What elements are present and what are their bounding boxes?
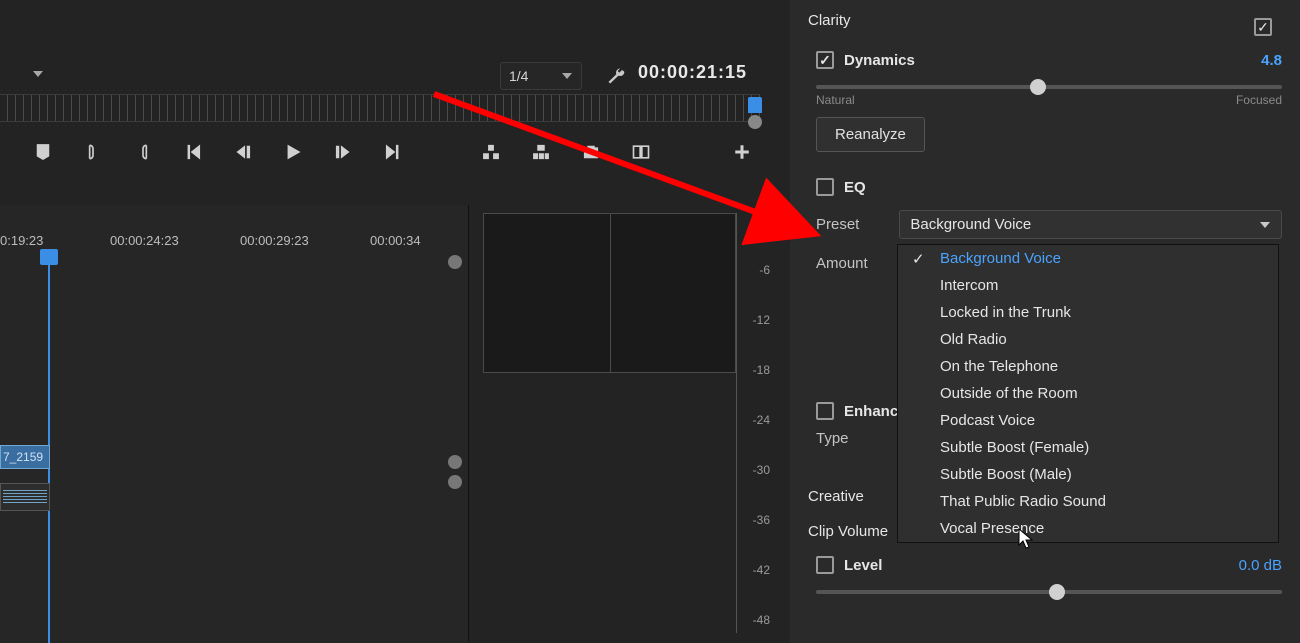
meter-tick-label: -36 xyxy=(753,513,770,527)
transport-toolbar xyxy=(0,132,760,172)
dynamics-checkbox[interactable] xyxy=(816,51,834,69)
program-timecode: 00:00:21:15 xyxy=(638,62,747,83)
eq-row: EQ xyxy=(816,178,1282,196)
amount-label: Amount xyxy=(816,255,868,272)
extract-icon[interactable] xyxy=(528,139,554,165)
timeline-time-ruler[interactable]: 0:19:23 00:00:24:23 00:00:29:23 00:00:34 xyxy=(0,225,448,255)
enhance-checkbox[interactable] xyxy=(816,402,834,420)
comparison-view-icon[interactable] xyxy=(628,139,654,165)
level-value[interactable]: 0.0 dB xyxy=(1239,557,1282,574)
eq-label: EQ xyxy=(844,179,866,196)
dynamics-row: Dynamics 4.8 xyxy=(816,51,1282,69)
meter-tick-label: -42 xyxy=(753,563,770,577)
scroll-knob[interactable] xyxy=(448,255,462,269)
preset-option[interactable]: Podcast Voice xyxy=(898,407,1278,434)
reanalyze-label: Reanalyze xyxy=(835,126,906,143)
timeline-tick: 00:00:24:23 xyxy=(110,233,179,248)
level-slider-thumb[interactable] xyxy=(1049,584,1065,600)
export-frame-icon[interactable] xyxy=(578,139,604,165)
level-label: Level xyxy=(844,557,882,574)
go-to-in-icon[interactable] xyxy=(180,139,206,165)
slider-max-label: Focused xyxy=(1236,93,1282,107)
type-label: Type xyxy=(816,430,849,447)
timeline-tick: 00:00:29:23 xyxy=(240,233,309,248)
timeline-video-clip[interactable]: 7_2159 xyxy=(0,445,50,469)
preview-ruler[interactable] xyxy=(0,94,760,122)
preset-option[interactable]: Outside of the Room xyxy=(898,380,1278,407)
meter-tick-label: -30 xyxy=(753,463,770,477)
timeline-vertical-scrollbar[interactable] xyxy=(448,255,462,637)
editor-left-pane: 1/4 00:00:21:15 xyxy=(0,0,790,643)
preset-option[interactable]: That Public Radio Sound xyxy=(898,488,1278,515)
zoom-dropdown-left[interactable] xyxy=(0,62,50,86)
meter-tick-label: -48 xyxy=(753,613,770,627)
creative-title: Creative xyxy=(808,488,864,505)
preset-dropdown-list[interactable]: Background Voice Intercom Locked in the … xyxy=(897,244,1279,543)
preview-viewport xyxy=(483,213,736,373)
preview-top-strip: 1/4 00:00:21:15 xyxy=(0,62,790,90)
mark-out-icon[interactable] xyxy=(130,139,156,165)
step-forward-icon[interactable] xyxy=(330,139,356,165)
ruler-playhead-knob[interactable] xyxy=(748,115,762,129)
ruler-playhead-marker[interactable] xyxy=(748,97,762,113)
meter-tick-label: -12 xyxy=(753,313,770,327)
go-to-out-icon[interactable] xyxy=(380,139,406,165)
preset-option[interactable]: Background Voice xyxy=(898,245,1278,272)
audio-level-meter: -6 -12 -18 -24 -30 -36 -42 -48 xyxy=(736,213,776,633)
preset-option[interactable]: Subtle Boost (Male) xyxy=(898,461,1278,488)
mark-in-icon[interactable] xyxy=(80,139,106,165)
lift-icon[interactable] xyxy=(478,139,504,165)
level-slider[interactable] xyxy=(816,590,1282,594)
dynamics-slider-labels: Natural Focused xyxy=(816,93,1282,107)
dynamics-label: Dynamics xyxy=(844,52,915,69)
dynamics-slider[interactable] xyxy=(816,85,1282,89)
preset-option[interactable]: Locked in the Trunk xyxy=(898,299,1278,326)
playback-resolution-select[interactable]: 1/4 xyxy=(500,62,582,90)
preset-row: Preset Background Voice xyxy=(816,210,1282,239)
preset-option[interactable]: Old Radio xyxy=(898,326,1278,353)
level-checkbox[interactable] xyxy=(816,556,834,574)
preset-dropdown[interactable]: Background Voice xyxy=(899,210,1282,239)
reanalyze-button[interactable]: Reanalyze xyxy=(816,117,925,152)
timeline-audio-clip[interactable] xyxy=(0,483,50,511)
timeline-area[interactable]: 0:19:23 00:00:24:23 00:00:29:23 00:00:34… xyxy=(0,205,468,643)
scroll-knob[interactable] xyxy=(448,455,462,469)
scroll-knob[interactable] xyxy=(448,475,462,489)
timeline-tick: 0:19:23 xyxy=(0,233,43,248)
clarity-title: Clarity xyxy=(808,12,851,29)
meter-tick-label: -18 xyxy=(753,363,770,377)
playback-resolution-value: 1/4 xyxy=(509,68,528,84)
preset-selected-value: Background Voice xyxy=(910,216,1031,233)
slider-min-label: Natural xyxy=(816,93,855,107)
audio-meter-panel: -6 -12 -18 -24 -30 -36 -42 -48 xyxy=(468,205,790,641)
meter-tick-label: -6 xyxy=(759,263,770,277)
step-back-icon[interactable] xyxy=(230,139,256,165)
button-editor-plus-icon[interactable] xyxy=(730,140,754,164)
clarity-section-header: Clarity xyxy=(808,12,1282,41)
preset-option[interactable]: Vocal Presence xyxy=(898,515,1278,542)
eq-checkbox[interactable] xyxy=(816,178,834,196)
level-row: Level 0.0 dB xyxy=(816,556,1282,574)
preset-option[interactable]: Intercom xyxy=(898,272,1278,299)
preset-option[interactable]: Subtle Boost (Female) xyxy=(898,434,1278,461)
mouse-cursor-icon xyxy=(1018,528,1036,550)
clip-label: 7_2159 xyxy=(3,450,43,464)
dynamics-value[interactable]: 4.8 xyxy=(1261,52,1282,69)
preset-field-label: Preset xyxy=(816,216,859,233)
preset-option[interactable]: On the Telephone xyxy=(898,353,1278,380)
clarity-section-checkbox[interactable] xyxy=(1254,18,1272,36)
clipvolume-title: Clip Volume xyxy=(808,523,888,540)
settings-wrench-icon[interactable] xyxy=(604,64,628,88)
add-marker-icon[interactable] xyxy=(30,139,56,165)
timeline-tick: 00:00:34 xyxy=(370,233,421,248)
play-icon[interactable] xyxy=(280,139,306,165)
meter-tick-label: -24 xyxy=(753,413,770,427)
